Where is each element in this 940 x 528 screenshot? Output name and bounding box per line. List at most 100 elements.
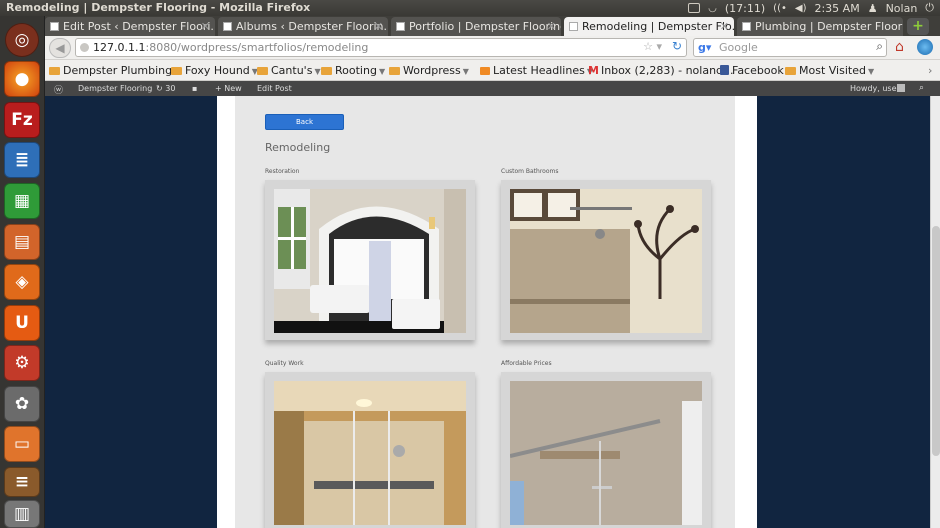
- page-icon: [396, 22, 405, 31]
- settings-icon[interactable]: ⚙: [4, 345, 40, 381]
- impress-icon[interactable]: ▤: [4, 224, 40, 260]
- addon-icon[interactable]: [917, 39, 933, 55]
- files-icon[interactable]: ▭: [4, 426, 40, 462]
- tab-portfolio[interactable]: Portfolio | Dempster Flooring ✕: [391, 17, 561, 36]
- tab-label: Albums ‹ Dempster Floorin...: [236, 20, 388, 33]
- wp-new[interactable]: + New: [215, 84, 242, 93]
- browser-back-button[interactable]: ◀: [49, 38, 71, 58]
- wp-site-name[interactable]: Dempster Flooring: [78, 84, 152, 93]
- ubuntu-one-icon[interactable]: U: [4, 305, 40, 341]
- wifi-icon[interactable]: ◡: [708, 3, 717, 14]
- bookmarks-overflow-icon[interactable]: ›: [928, 64, 932, 77]
- wifi-signal-icon[interactable]: ((•: [773, 3, 787, 14]
- bookmark-inbox[interactable]: M Inbox (2,283) - noland...: [588, 64, 734, 77]
- search-icon[interactable]: ⌕: [876, 39, 883, 54]
- comments-icon[interactable]: ▪: [192, 84, 197, 93]
- gallery-item-restoration[interactable]: [265, 180, 475, 340]
- google-icon[interactable]: g▾: [698, 41, 711, 54]
- photo-restoration[interactable]: [274, 189, 466, 333]
- photo-quality-work[interactable]: [274, 381, 466, 525]
- workspace-icon[interactable]: ≡: [4, 467, 40, 497]
- photo-custom-bathrooms[interactable]: [510, 189, 702, 333]
- page-scrollbar[interactable]: [930, 96, 940, 528]
- window-title: Remodeling | Dempster Flooring - Mozilla…: [6, 1, 311, 14]
- page-icon: [50, 22, 59, 31]
- gallery-item-affordable-prices[interactable]: [501, 372, 711, 528]
- tab-strip: Edit Post ‹ Dempster Floori... ✕ Albums …: [45, 16, 940, 36]
- ubuntu-dash-icon[interactable]: ◎: [5, 23, 39, 57]
- bathroom-photo: [274, 189, 466, 333]
- search-bar[interactable]: g▾ Google ⌕: [693, 38, 887, 57]
- portfolio-content: Back Remodeling Restoration Custom Bathr…: [235, 96, 735, 528]
- url-bar[interactable]: 127.0.1.1:8080/wordpress/smartfolios/rem…: [75, 38, 687, 57]
- reload-icon[interactable]: ↻: [672, 39, 682, 53]
- folder-icon: [785, 67, 796, 75]
- picasa-icon[interactable]: ✿: [4, 386, 40, 422]
- tab-remodeling[interactable]: Remodeling | Dempster Flo... ✕: [564, 17, 734, 36]
- bookmark-wordpress[interactable]: Wordpress ▼: [389, 64, 469, 77]
- trash-icon[interactable]: ▥: [4, 500, 40, 528]
- bookmark-most-visited[interactable]: Most Visited ▼: [785, 64, 874, 77]
- system-top-panel: Remodeling | Dempster Flooring - Mozilla…: [0, 0, 940, 16]
- tab-albums[interactable]: Albums ‹ Dempster Floorin... ✕: [218, 17, 388, 36]
- bookmark-facebook[interactable]: Facebook: [720, 64, 784, 77]
- writer-icon[interactable]: ≣: [4, 142, 40, 178]
- clock[interactable]: 2:35 AM: [814, 2, 859, 15]
- close-icon[interactable]: ✕: [547, 20, 556, 33]
- back-button[interactable]: Back: [265, 114, 344, 130]
- tab-edit-post[interactable]: Edit Post ‹ Dempster Floori... ✕: [45, 17, 215, 36]
- shower-photo: [274, 381, 466, 525]
- navigation-toolbar: ◀ 127.0.1.1:8080/wordpress/smartfolios/r…: [45, 36, 940, 60]
- tab-label: Remodeling | Dempster Flo...: [582, 20, 734, 33]
- bookmark-label: Facebook: [732, 64, 784, 77]
- folder-icon: [257, 67, 268, 75]
- gmail-icon: M: [588, 64, 599, 77]
- facebook-icon: [720, 65, 729, 75]
- close-icon[interactable]: ✕: [374, 20, 383, 33]
- site-identity-icon[interactable]: [80, 43, 89, 52]
- bookmark-foxy-hound[interactable]: Foxy Hound ▼: [171, 64, 258, 77]
- bookmark-dempster-plumbing[interactable]: Dempster Plumbing▼: [49, 64, 180, 77]
- tab-plumbing[interactable]: Plumbing | Dempster Flooring: [737, 17, 903, 36]
- rss-icon: [480, 67, 490, 75]
- unity-launcher: ◎ ● Fz ≣ ▦ ▤ ◈ U ⚙ ✿ ▭ ≡ ▥: [0, 16, 45, 528]
- wp-updates[interactable]: ↻ 30: [156, 84, 175, 93]
- bookmark-label: Wordpress: [403, 64, 461, 77]
- calc-icon[interactable]: ▦: [4, 183, 40, 219]
- updates-icon: ↻: [156, 84, 166, 93]
- home-icon[interactable]: ⌂: [895, 39, 911, 55]
- bookmark-rooting[interactable]: Rooting ▼: [321, 64, 385, 77]
- chevron-down-icon: ▼: [462, 67, 469, 76]
- avatar[interactable]: [897, 84, 905, 92]
- bookmark-label: Inbox (2,283) - noland...: [600, 64, 734, 77]
- chevron-down-icon: ▼: [867, 67, 875, 76]
- bookmark-cantus[interactable]: Cantu's ▼: [257, 64, 321, 77]
- wp-edit-post[interactable]: Edit Post: [257, 84, 292, 93]
- wp-howdy[interactable]: Howdy, user: [850, 84, 900, 93]
- url-host: 127.0.1.1: [93, 41, 146, 54]
- mail-icon[interactable]: [688, 3, 701, 13]
- software-center-icon[interactable]: ◈: [4, 264, 40, 300]
- photo-affordable-prices[interactable]: [510, 381, 702, 525]
- battery-label[interactable]: (17:11): [725, 2, 765, 15]
- bookmark-latest-headlines[interactable]: Latest Headlines ▼: [480, 64, 593, 77]
- close-icon[interactable]: ✕: [201, 20, 210, 33]
- new-tab-button[interactable]: +: [907, 18, 929, 35]
- power-icon[interactable]: ⏻: [925, 1, 934, 15]
- volume-icon[interactable]: ◀): [795, 3, 807, 14]
- search-icon[interactable]: ⌕: [919, 83, 924, 93]
- filezilla-icon[interactable]: Fz: [4, 102, 40, 138]
- firefox-icon[interactable]: ●: [4, 61, 40, 97]
- folder-icon: [389, 67, 400, 75]
- wordpress-logo-icon[interactable]: ⓦ: [54, 83, 63, 96]
- gallery-item-custom-bathrooms[interactable]: [501, 180, 711, 340]
- bookmark-star-icon[interactable]: ☆ ▾: [643, 40, 662, 53]
- close-icon[interactable]: ✕: [720, 20, 729, 33]
- bookmarks-toolbar: Dempster Plumbing▼ Foxy Hound▼ Cantu's▼ …: [45, 60, 940, 81]
- gallery-item-quality-work[interactable]: [265, 372, 475, 528]
- bookmark-label: Latest Headlines: [493, 64, 585, 77]
- user-name[interactable]: Nolan: [886, 2, 918, 15]
- folder-icon: [49, 67, 60, 75]
- search-placeholder: Google: [719, 41, 758, 54]
- scrollbar-thumb[interactable]: [932, 226, 940, 456]
